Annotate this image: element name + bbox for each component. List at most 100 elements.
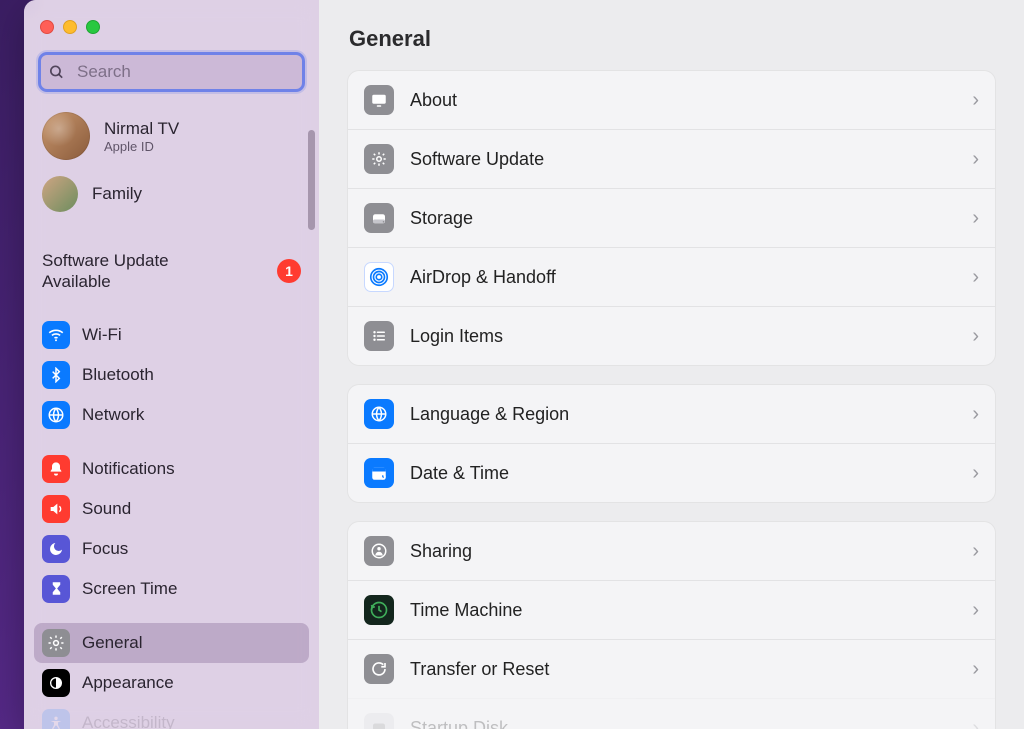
- row-date-time[interactable]: Date & Time ›: [348, 443, 995, 502]
- sidebar-item-sound[interactable]: Sound: [34, 489, 309, 529]
- window-controls: [34, 12, 309, 52]
- reset-icon: [364, 654, 394, 684]
- chevron-right-icon: ›: [972, 540, 979, 563]
- sidebar-item-label: Bluetooth: [82, 365, 154, 385]
- bell-icon: [42, 455, 70, 483]
- row-language-region[interactable]: Language & Region ›: [348, 385, 995, 443]
- bluetooth-icon: [42, 361, 70, 389]
- software-update-line2: Available: [42, 272, 111, 291]
- row-label: Software Update: [410, 149, 956, 170]
- row-label: About: [410, 90, 956, 111]
- row-login-items[interactable]: Login Items ›: [348, 306, 995, 365]
- system-settings-window: Nirmal TV Apple ID Family Software Updat…: [24, 0, 1024, 729]
- accessibility-icon: [42, 709, 70, 729]
- chevron-right-icon: ›: [972, 717, 979, 729]
- sharing-icon: [364, 536, 394, 566]
- sidebar-scrollbar[interactable]: [308, 130, 315, 230]
- row-label: Startup Disk: [410, 718, 956, 729]
- row-software-update[interactable]: Software Update ›: [348, 129, 995, 188]
- page-title: General: [349, 26, 996, 52]
- family-row[interactable]: Family: [34, 170, 309, 218]
- row-storage[interactable]: Storage ›: [348, 188, 995, 247]
- settings-group-2: Language & Region › Date & Time ›: [347, 384, 996, 503]
- sidebar-item-label: Wi-Fi: [82, 325, 122, 345]
- row-about[interactable]: About ›: [348, 71, 995, 129]
- chevron-right-icon: ›: [972, 89, 979, 112]
- search-icon: [48, 64, 65, 81]
- search-field-wrap: [38, 52, 305, 92]
- row-label: Language & Region: [410, 404, 956, 425]
- chevron-right-icon: ›: [972, 207, 979, 230]
- settings-group-1: About › Software Update › Storage ›: [347, 70, 996, 366]
- chevron-right-icon: ›: [972, 148, 979, 171]
- row-label: Sharing: [410, 541, 956, 562]
- row-label: Transfer or Reset: [410, 659, 956, 680]
- row-label: Time Machine: [410, 600, 956, 621]
- chevron-right-icon: ›: [972, 325, 979, 348]
- sidebar-item-label: Screen Time: [82, 579, 177, 599]
- globe-icon: [42, 401, 70, 429]
- gear-icon: [42, 629, 70, 657]
- sidebar-nav: Wi-Fi Bluetooth Network Notification: [34, 315, 309, 729]
- row-startup-disk[interactable]: Startup Disk ›: [348, 698, 995, 729]
- sidebar-item-label: Focus: [82, 539, 128, 559]
- sidebar: Nirmal TV Apple ID Family Software Updat…: [24, 0, 319, 729]
- sidebar-item-focus[interactable]: Focus: [34, 529, 309, 569]
- sidebar-item-notifications[interactable]: Notifications: [34, 449, 309, 489]
- appearance-icon: [42, 669, 70, 697]
- apple-id-row[interactable]: Nirmal TV Apple ID: [34, 106, 309, 166]
- row-sharing[interactable]: Sharing ›: [348, 522, 995, 580]
- sidebar-item-appearance[interactable]: Appearance: [34, 663, 309, 703]
- family-label: Family: [92, 184, 142, 204]
- chevron-right-icon: ›: [972, 599, 979, 622]
- account-name: Nirmal TV: [104, 119, 179, 139]
- sidebar-item-label: Accessibility: [82, 713, 175, 729]
- minimize-window-button[interactable]: [63, 20, 77, 34]
- search-input[interactable]: [38, 52, 305, 92]
- display-icon: [364, 85, 394, 115]
- software-update-line1: Software Update: [42, 251, 169, 270]
- sidebar-item-label: Notifications: [82, 459, 175, 479]
- chevron-right-icon: ›: [972, 266, 979, 289]
- chevron-right-icon: ›: [972, 403, 979, 426]
- zoom-window-button[interactable]: [86, 20, 100, 34]
- account-sub: Apple ID: [104, 139, 179, 154]
- moon-icon: [42, 535, 70, 563]
- chevron-right-icon: ›: [972, 658, 979, 681]
- sidebar-item-screentime[interactable]: Screen Time: [34, 569, 309, 609]
- row-label: Date & Time: [410, 463, 956, 484]
- sidebar-item-label: Appearance: [82, 673, 174, 693]
- speaker-icon: [42, 495, 70, 523]
- row-transfer-reset[interactable]: Transfer or Reset ›: [348, 639, 995, 698]
- sidebar-item-label: Network: [82, 405, 144, 425]
- drive-icon: [364, 203, 394, 233]
- row-label: AirDrop & Handoff: [410, 267, 956, 288]
- row-label: Login Items: [410, 326, 956, 347]
- row-label: Storage: [410, 208, 956, 229]
- sidebar-item-label: Sound: [82, 499, 131, 519]
- row-time-machine[interactable]: Time Machine ›: [348, 580, 995, 639]
- chevron-right-icon: ›: [972, 462, 979, 485]
- main-content: General About › Software Update ›: [319, 0, 1024, 729]
- startup-disk-icon: [364, 713, 394, 729]
- time-machine-icon: [364, 595, 394, 625]
- sidebar-item-label: General: [82, 633, 142, 653]
- software-update-banner[interactable]: Software Update Available 1: [34, 232, 309, 297]
- airdrop-icon: [364, 262, 394, 292]
- calendar-clock-icon: [364, 458, 394, 488]
- gear-badge-icon: [364, 144, 394, 174]
- wifi-icon: [42, 321, 70, 349]
- close-window-button[interactable]: [40, 20, 54, 34]
- globe-icon: [364, 399, 394, 429]
- sidebar-item-network[interactable]: Network: [34, 395, 309, 435]
- avatar: [42, 112, 90, 160]
- settings-group-3: Sharing › Time Machine › Transfer or Res…: [347, 521, 996, 729]
- sidebar-item-bluetooth[interactable]: Bluetooth: [34, 355, 309, 395]
- sidebar-item-general[interactable]: General: [34, 623, 309, 663]
- update-badge: 1: [277, 259, 301, 283]
- sidebar-item-accessibility[interactable]: Accessibility: [34, 703, 309, 729]
- list-icon: [364, 321, 394, 351]
- row-airdrop[interactable]: AirDrop & Handoff ›: [348, 247, 995, 306]
- sidebar-item-wifi[interactable]: Wi-Fi: [34, 315, 309, 355]
- hourglass-icon: [42, 575, 70, 603]
